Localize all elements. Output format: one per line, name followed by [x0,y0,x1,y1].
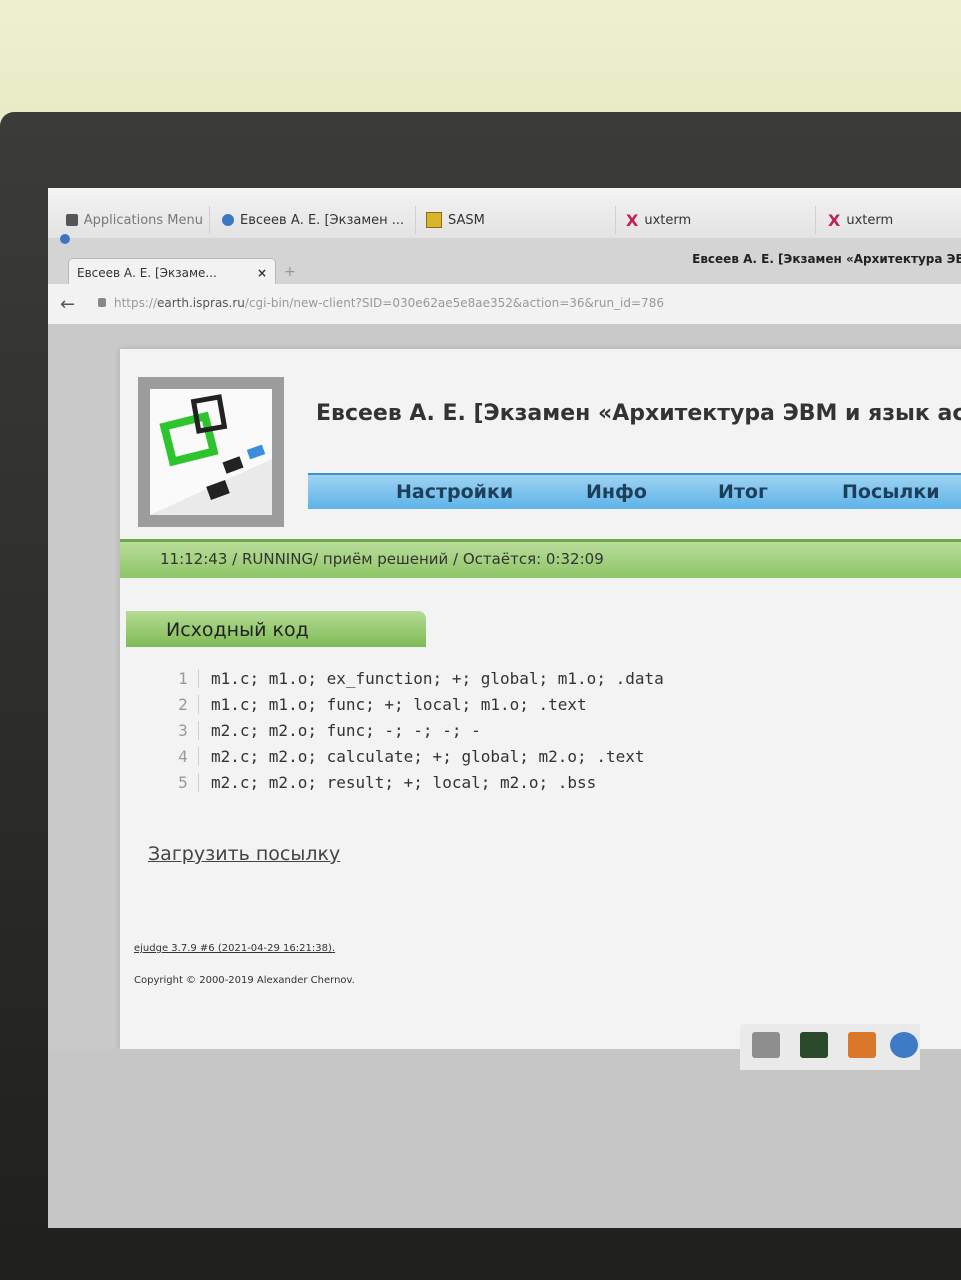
url-input[interactable]: https://earth.ispras.ru/cgi-bin/new-clie… [114,296,664,310]
url-prefix: https:// [114,296,158,310]
code-line: 3 m2.c; m2.o; func; -; -; -; - [168,721,768,747]
browser-tab-active[interactable]: Евсеев А. Е. [Экзаме... × [68,258,276,286]
page-card: Евсеев А. Е. [Экзамен «Архитектура ЭВМ и… [120,349,961,1049]
sasm-icon [426,212,442,228]
line-number: 4 [168,747,199,766]
browser-tab-bar: Евсеев А. Е. [Экзамен «Архитектура ЭВМ и… [48,238,961,286]
taskbar-task-uxterm-2[interactable]: X uxterm [822,206,961,234]
page-viewport: Евсеев А. Е. [Экзамен «Архитектура ЭВМ и… [48,325,961,1228]
copyright-text: Copyright © 2000-2019 Alexander Chernov. [134,975,355,986]
menu-item-info[interactable]: Инфо [586,481,647,503]
code-line: 4 m2.c; m2.o; calculate; +; global; m2.o;… [168,747,768,773]
address-bar: ← https://earth.ispras.ru/cgi-bin/new-cl… [48,284,961,325]
terminal-icon[interactable] [800,1032,828,1058]
file-manager-icon[interactable] [848,1032,876,1058]
line-number: 5 [168,773,199,792]
line-number: 2 [168,695,199,714]
menu-item-summary[interactable]: Итог [718,481,768,503]
taskbar-task-label: uxterm [846,212,894,228]
section-title: Исходный код [166,619,309,641]
taskbar: Applications Menu Евсеев А. Е. [Экзамен … [48,188,961,239]
applications-menu-icon [66,214,78,226]
code-text: m1.c; m1.o; ex_function; +; global; m1.o… [211,669,664,688]
code-line: 2 m1.c; m1.o; func; +; local; m1.o; .text [168,695,768,721]
taskbar-task-uxterm-1[interactable]: X uxterm [620,206,816,234]
tab-close-icon[interactable]: × [257,266,267,280]
tab-label: Евсеев А. Е. [Экзаме... [77,265,217,280]
logo-graphic [150,394,272,515]
taskbar-task-label: uxterm [644,212,692,228]
page-title: Евсеев А. Е. [Экзамен «Архитектура ЭВМ и… [316,401,961,426]
page-bottom-area [48,1049,961,1228]
lock-icon [98,298,106,307]
code-line: 1 m1.c; m1.o; ex_function; +; global; m1.… [168,669,768,695]
menu-item-settings[interactable]: Настройки [396,481,513,503]
url-host: earth.ispras.ru [157,296,245,310]
bottom-dock [740,1024,920,1070]
window-title: Евсеев А. Е. [Экзамен «Архитектура ЭВМ и… [692,252,961,266]
new-tab-button[interactable]: + [284,264,296,280]
xterm-icon: X [626,210,639,230]
applications-menu-button[interactable]: Applications Menu [60,206,210,234]
line-number: 3 [168,721,199,740]
code-text: m2.c; m2.o; func; -; -; -; - [211,721,481,740]
back-arrow-icon[interactable]: ← [60,294,75,315]
network-icon [60,234,70,244]
monitor-screen: Applications Menu Евсеев А. Е. [Экзамен … [48,188,961,1228]
source-code-block: 1 m1.c; m1.o; ex_function; +; global; m1.… [168,669,768,799]
taskbar-task-sasm[interactable]: SASM [420,206,616,234]
taskbar-task-browser[interactable]: Евсеев А. Е. [Экзамен ... [216,206,416,234]
browser-icon [222,214,234,226]
code-text: m1.c; m1.o; func; +; local; m1.o; .text [211,695,587,714]
menu-item-submissions[interactable]: Посылки [842,481,940,503]
main-menu: Настройки Инфо Итог Посылки [308,473,961,509]
taskbar-task-label: SASM [448,212,485,228]
section-header: Исходный код [126,611,426,647]
code-text: m2.c; m2.o; calculate; +; global; m2.o; … [211,747,645,766]
web-browser-icon[interactable] [890,1032,918,1058]
ejudge-version-link[interactable]: ejudge 3.7.9 #6 (2021-04-29 16:21:38). [134,943,335,954]
ejudge-logo [138,377,284,527]
upload-submission-link[interactable]: Загрузить посылку [148,843,340,865]
code-text: m2.c; m2.o; result; +; local; m2.o; .bss [211,773,597,792]
applications-menu-label: Applications Menu [83,212,203,228]
url-path: /cgi-bin/new-client?SID=030e62ae5e8ae352… [244,296,664,310]
xterm-icon: X [828,210,841,230]
logo-image [150,389,272,515]
taskbar-task-label: Евсеев А. Е. [Экзамен ... [240,212,405,228]
line-number: 1 [168,669,199,688]
status-text: 11:12:43 / RUNNING/ приём решений / Оста… [160,550,604,568]
show-desktop-icon[interactable] [752,1032,780,1058]
code-line: 5 m2.c; m2.o; result; +; local; m2.o; .bs… [168,773,768,799]
status-bar: 11:12:43 / RUNNING/ приём решений / Оста… [120,539,961,578]
